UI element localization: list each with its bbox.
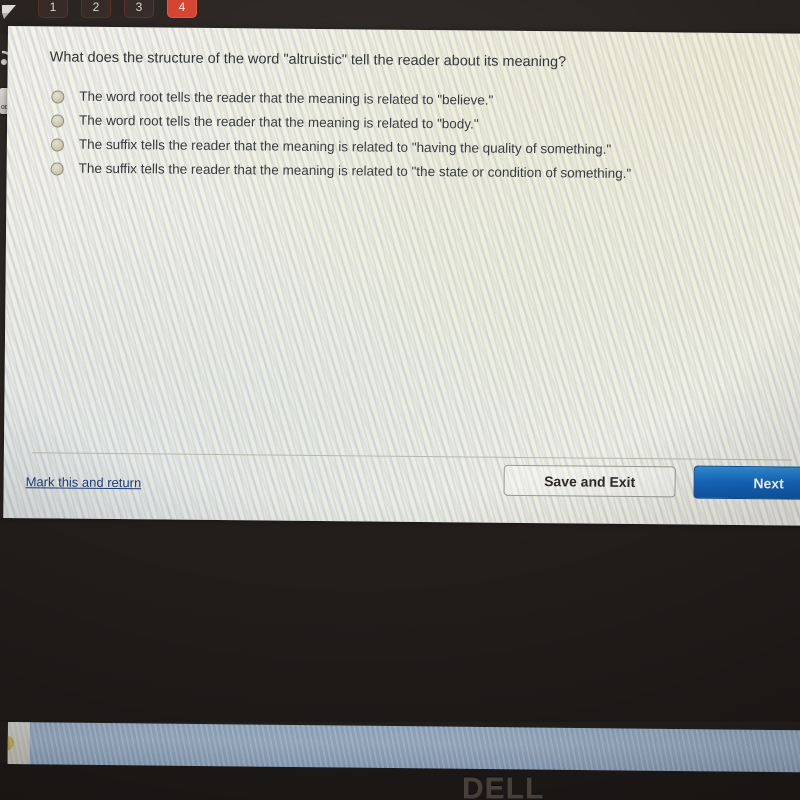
quiz-panel: What does the structure of the word "alt… <box>3 26 800 526</box>
answer-options-list: The word root tells the reader that the … <box>50 86 633 188</box>
answer-option-label: The suffix tells the reader that the mea… <box>78 136 612 157</box>
question-tab-2-label: 2 <box>92 0 100 14</box>
answer-option[interactable]: The suffix tells the reader that the mea… <box>50 158 632 188</box>
footer-divider <box>31 452 792 461</box>
radio-button-a[interactable] <box>51 90 65 104</box>
mark-this-and-return-link[interactable]: Mark this and return <box>26 474 142 490</box>
radio-button-c[interactable] <box>50 138 64 152</box>
monitor-photo: 1 2 3 4 oc What does the structure of th… <box>0 0 800 800</box>
question-tab-1-label: 1 <box>49 0 57 14</box>
answer-option-label: The suffix tells the reader that the mea… <box>78 160 632 181</box>
question-tab-2[interactable]: 2 <box>81 0 111 18</box>
next-button[interactable]: Next <box>693 465 800 501</box>
answer-option-label: The word root tells the reader that the … <box>79 88 494 108</box>
answer-option-label: The word root tells the reader that the … <box>79 112 479 132</box>
question-tab-4-label: 4 <box>178 0 186 14</box>
save-and-exit-button[interactable]: Save and Exit <box>503 464 676 498</box>
pen-icon[interactable] <box>0 2 22 24</box>
question-tab-3-label: 3 <box>135 0 143 14</box>
quiz-panel-wrapper: What does the structure of the word "alt… <box>3 26 800 526</box>
question-tab-3[interactable]: 3 <box>124 0 154 18</box>
taskbar[interactable] <box>7 722 800 773</box>
taskbar-moire-overlay <box>7 722 800 773</box>
start-orb-icon <box>7 735 14 751</box>
question-tab-strip: 1 2 3 4 <box>38 0 197 18</box>
start-button[interactable] <box>7 722 30 765</box>
radio-button-b[interactable] <box>51 114 65 128</box>
question-tab-1[interactable]: 1 <box>38 0 68 18</box>
question-tab-4[interactable]: 4 <box>167 0 197 18</box>
question-text: What does the structure of the word "alt… <box>49 49 567 71</box>
dell-logo: DELL <box>462 772 545 800</box>
radio-button-d[interactable] <box>50 162 64 176</box>
bezel-gap-upper <box>0 518 800 722</box>
